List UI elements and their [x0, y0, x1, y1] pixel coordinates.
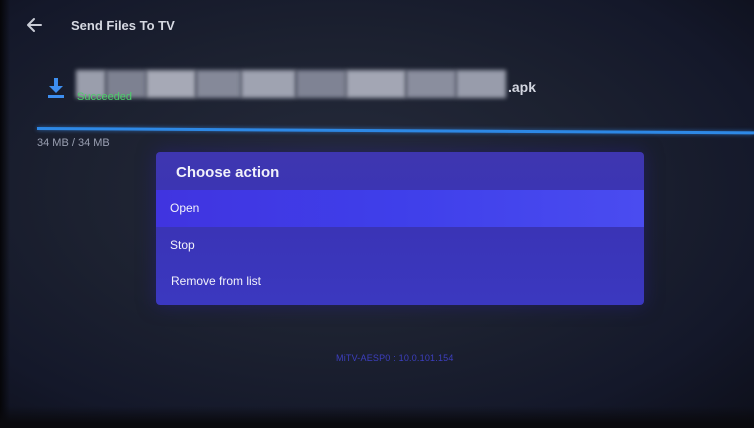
device-info: MiTV-AESP0 : 10.0.101.154 — [336, 353, 454, 363]
dialog-item-label: Remove from list — [171, 274, 262, 288]
dialog-item-stop[interactable]: Stop — [156, 227, 644, 264]
arrow-left-icon — [27, 18, 42, 32]
choose-action-dialog: Choose action Open Stop Remove from list — [156, 152, 644, 305]
back-button[interactable] — [22, 12, 48, 38]
tv-bezel-left — [0, 0, 10, 428]
dialog-item-label: Stop — [170, 238, 195, 252]
progress-bar — [36, 127, 754, 135]
download-icon — [46, 76, 66, 100]
status-label: Succeeded — [77, 91, 133, 103]
tv-bezel-bottom — [0, 406, 754, 428]
filename-redacted — [76, 70, 506, 98]
dialog-item-label: Open — [170, 201, 200, 215]
tv-screen: Send Files To TV .apk Succeeded 34 MB / … — [0, 0, 754, 428]
size-label: 34 MB / 34 MB — [37, 137, 110, 149]
page-title: Send Files To TV — [71, 18, 175, 33]
dialog-title: Choose action — [176, 164, 280, 181]
dialog-item-remove-from-list[interactable]: Remove from list — [156, 263, 644, 300]
file-extension: .apk — [508, 79, 537, 95]
dialog-item-open[interactable]: Open — [156, 190, 644, 227]
